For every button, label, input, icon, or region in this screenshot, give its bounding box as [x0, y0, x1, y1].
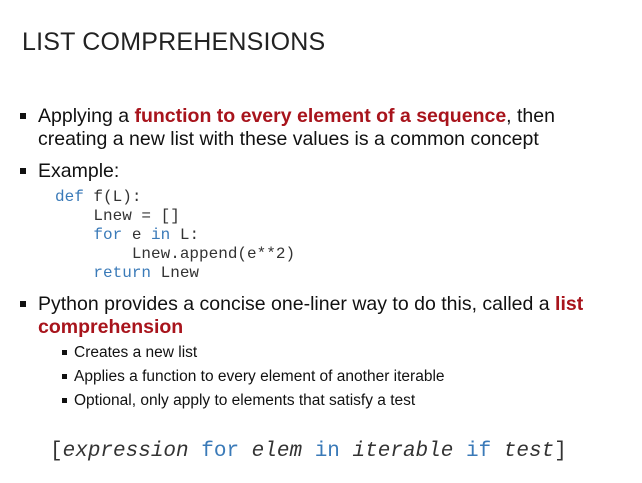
sub-bullet-optional-test: Optional, only apply to elements that sa… — [62, 391, 415, 410]
code-line-4: Lnew.append(e**2) — [55, 245, 296, 263]
bullet-example-label: Example: — [38, 160, 120, 182]
highlight-comprehension: comprehension — [38, 316, 184, 338]
bullet-text-pre: Python provides a concise one-liner way … — [38, 293, 556, 315]
syntax-close-bracket: ] — [554, 440, 567, 463]
syntax-expression: expression — [62, 440, 189, 463]
sub-bullet-text: Creates a new list — [74, 344, 198, 361]
example-code-block: def f(L): Lnew = [] for e in L: Lnew.app… — [55, 188, 295, 283]
code-line-1-rest: f(L): — [83, 188, 142, 206]
code-line-3-rest: L: — [170, 226, 200, 244]
code-keyword-in: in — [151, 226, 171, 244]
syntax-elem: elem — [251, 440, 303, 463]
bullet-square-icon — [20, 168, 26, 174]
code-line-5-rest: Lnew — [151, 264, 200, 282]
syntax-keyword-if: if — [465, 440, 492, 463]
comprehension-syntax: [expression for elem in iterable if test… — [50, 440, 567, 463]
code-line-3-mid: e — [122, 226, 152, 244]
bullet-square-icon — [20, 301, 26, 307]
sub-bullet-text: Applies a function to every element of a… — [74, 368, 445, 385]
bullet-square-icon — [62, 398, 67, 403]
code-keyword-return: return — [93, 264, 152, 282]
code-keyword-for: for — [93, 226, 123, 244]
bullet-python-provides: Python provides a concise one-liner way … — [20, 293, 583, 339]
bullet-square-icon — [62, 374, 67, 379]
bullet-square-icon — [20, 113, 26, 119]
bullet-example: Example: — [20, 160, 119, 183]
syntax-test: test — [503, 440, 555, 463]
sub-bullet-applies-function: Applies a function to every element of a… — [62, 367, 445, 386]
code-line-2: Lnew = [] — [55, 207, 180, 225]
highlight-function-every-element: function to every element of a sequence — [134, 105, 507, 127]
syntax-keyword-for: for — [201, 440, 240, 463]
bullet-text-pre: Applying a — [38, 105, 135, 127]
bullet-text-post: , then — [506, 105, 555, 127]
bullet-line-1: Applying a function to every element of … — [38, 105, 555, 128]
bullet-square-icon — [62, 350, 67, 355]
highlight-list: list — [555, 293, 584, 315]
bullet-applying-function: Applying a function to every element of … — [20, 105, 555, 151]
syntax-keyword-in: in — [314, 440, 340, 463]
syntax-iterable: iterable — [352, 440, 454, 463]
syntax-open-bracket: [ — [50, 440, 63, 463]
code-keyword-def: def — [55, 188, 84, 206]
bullet-line-1: Python provides a concise one-liner way … — [38, 293, 583, 316]
bullet-line-2: creating a new list with these values is… — [38, 128, 539, 150]
sub-bullet-creates-list: Creates a new list — [62, 343, 197, 362]
sub-bullet-text: Optional, only apply to elements that sa… — [74, 392, 416, 409]
slide-title: LIST COMPREHENSIONS — [22, 28, 326, 56]
